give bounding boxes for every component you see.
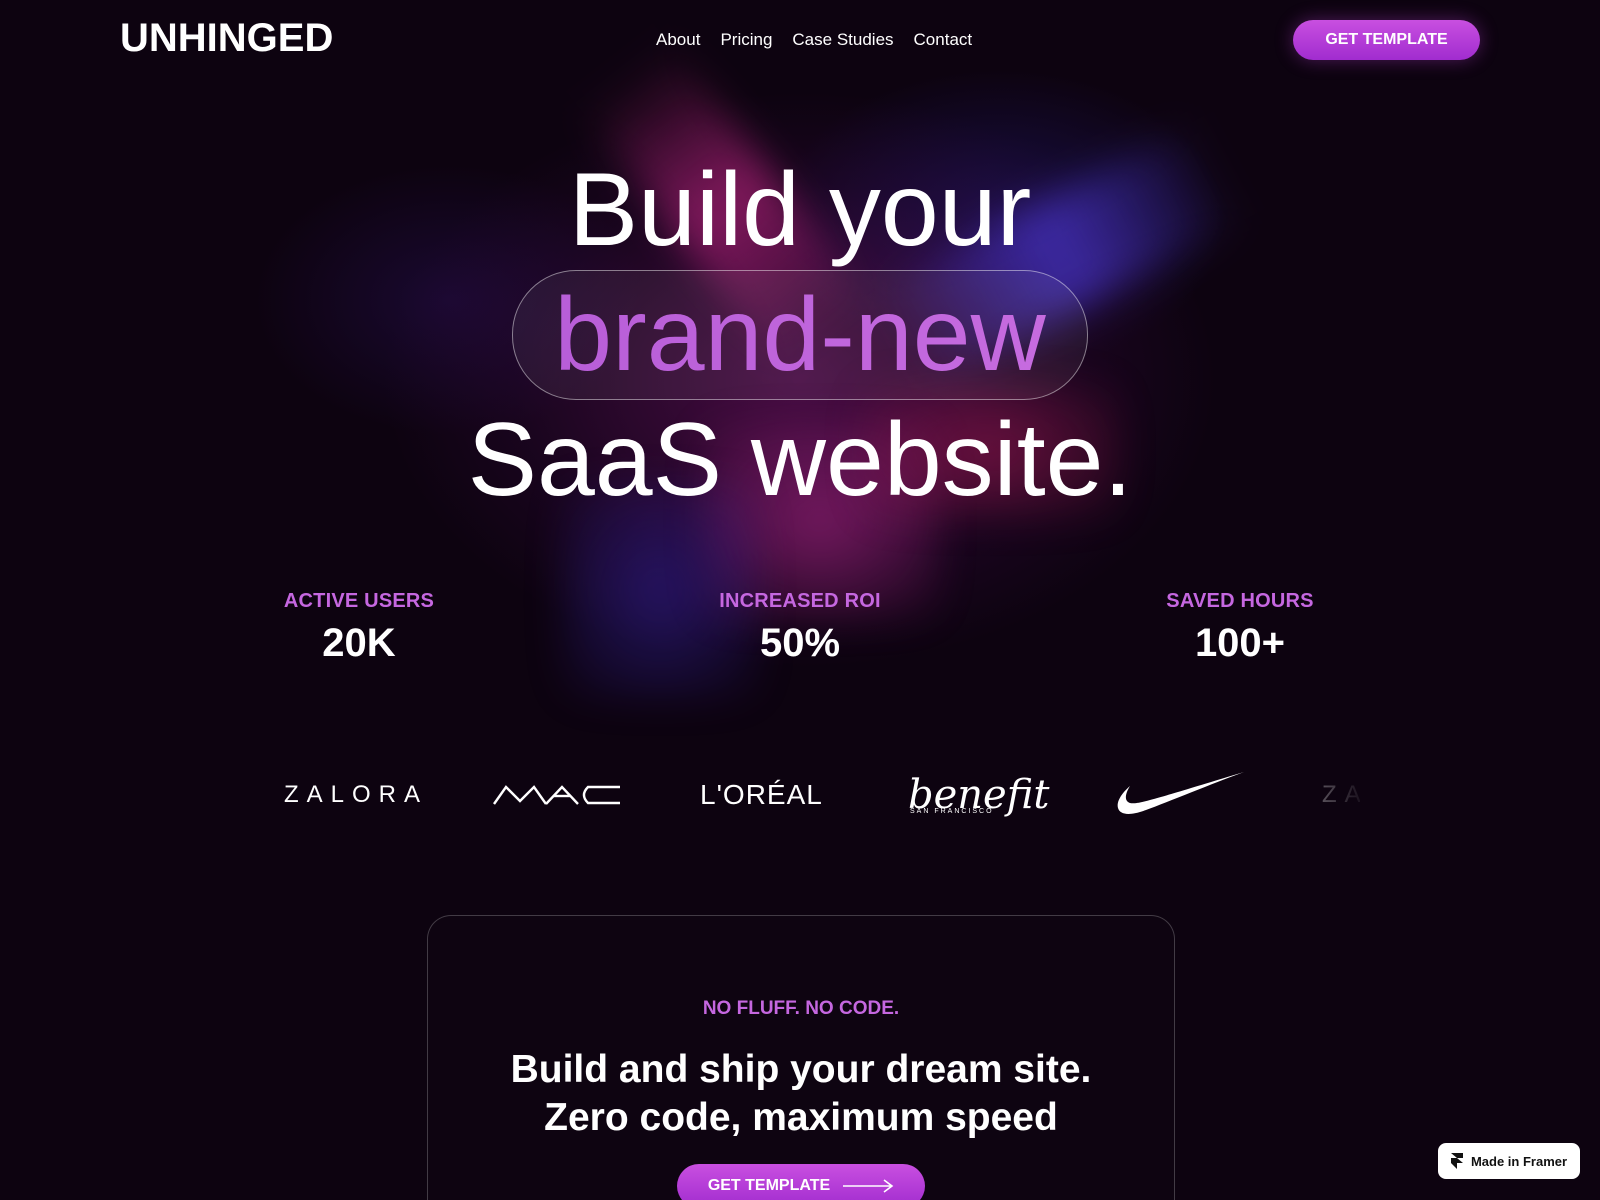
nav-link-case-studies[interactable]: Case Studies	[792, 30, 893, 50]
brand-logo-strip: ZALORA L'ORÉAL benefit SAN FRANCISCO ZAL…	[280, 760, 1360, 830]
card-title-line1: Build and ship your dream site.	[510, 1048, 1092, 1091]
hero-headline-highlight: brand-new	[0, 280, 1600, 390]
card-cta-label: GET TEMPLATE	[707, 1177, 831, 1194]
badge-label: Made in Framer	[1470, 1153, 1568, 1169]
brand-logo-nike	[1116, 760, 1246, 830]
stat-label: ACTIVE USERS	[283, 590, 435, 612]
nav-link-about[interactable]: About	[656, 30, 700, 50]
brand-logo-mac	[492, 760, 622, 830]
framer-icon	[1450, 1153, 1463, 1169]
stat-active-users: ACTIVE USERS 20K	[209, 590, 509, 666]
stat-increased-roi: INCREASED ROI 50%	[650, 590, 950, 666]
hero-headline-line1: Build your	[568, 152, 1032, 268]
site-header: UNHINGED About Pricing Case Studies Cont…	[0, 0, 1600, 80]
benefit-subtitle: SAN FRANCISCO	[910, 808, 994, 815]
nav-link-contact[interactable]: Contact	[914, 30, 973, 50]
site-logo[interactable]: UNHINGED	[120, 16, 333, 61]
stat-value: 100+	[1194, 621, 1286, 665]
stat-value: 50%	[759, 621, 841, 665]
nav-link-pricing[interactable]: Pricing	[720, 30, 772, 50]
brand-logo-loreal: L'ORÉAL	[700, 779, 823, 810]
card-get-template-button[interactable]: GET TEMPLATE	[677, 1164, 925, 1200]
stat-label: INCREASED ROI	[719, 590, 881, 612]
made-in-framer-badge[interactable]: Made in Framer	[1438, 1143, 1580, 1179]
stat-label: SAVED HOURS	[1166, 590, 1314, 612]
card-title-line2: Zero code, maximum speed	[544, 1096, 1058, 1139]
stat-saved-hours: SAVED HOURS 100+	[1090, 590, 1390, 666]
brand-logo-benefit: benefit SAN FRANCISCO	[908, 760, 1049, 830]
brand-logo-zalora: ZALORA	[284, 781, 429, 808]
stat-value: 20K	[322, 621, 396, 665]
card-title: Build and ship your dream site. Zero cod…	[428, 1046, 1174, 1142]
nike-swoosh-icon	[1117, 772, 1244, 814]
main-nav: About Pricing Case Studies Contact	[656, 30, 972, 50]
cta-card: NO FLUFF. NO CODE. Build and ship your d…	[427, 915, 1175, 1200]
hero-headline-line3: SaaS website.	[467, 402, 1133, 518]
get-template-button[interactable]: GET TEMPLATE	[1293, 20, 1480, 60]
arrow-right-icon	[843, 1179, 894, 1193]
landing-page: UNHINGED About Pricing Case Studies Cont…	[0, 0, 1600, 1200]
brand-strip-fade	[1290, 760, 1370, 830]
card-eyebrow: NO FLUFF. NO CODE.	[702, 998, 900, 1019]
